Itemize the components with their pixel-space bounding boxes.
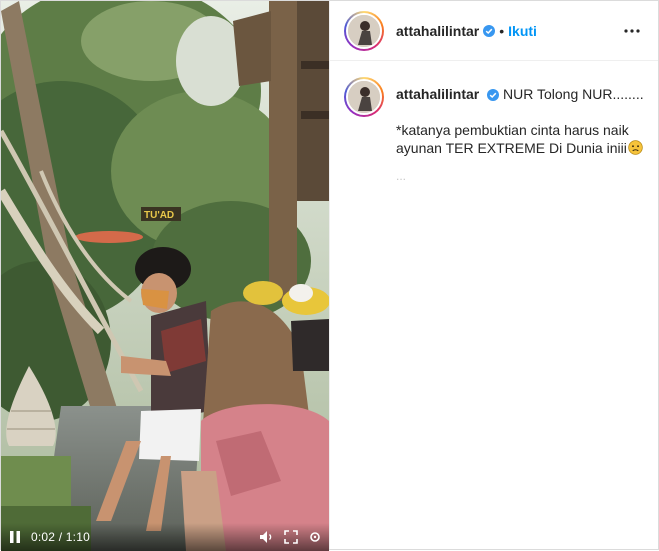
time-total: 1:10 — [65, 530, 90, 544]
video-time: 0:02 / 1:10 — [31, 530, 90, 544]
post-header: attahalilintar • Ikuti — [330, 1, 658, 61]
worried-face-icon — [628, 140, 643, 155]
caption-line-1: NUR Tolong NUR........ — [503, 86, 644, 102]
more-options-icon[interactable] — [620, 19, 644, 43]
caption: attahalilintar NUR Tolong NUR........ *k… — [344, 77, 644, 185]
verified-badge-icon — [483, 24, 496, 37]
post-video[interactable]: TU'AD 0:02 / 1:10 — [1, 1, 329, 551]
time-current: 0:02 — [31, 530, 56, 544]
volume-icon[interactable] — [259, 529, 275, 545]
follow-separator: • — [499, 22, 505, 39]
header-username[interactable]: attahalilintar — [396, 23, 479, 39]
comments-section: attahalilintar NUR Tolong NUR........ *k… — [330, 61, 658, 201]
caption-avatar[interactable] — [344, 77, 384, 117]
fullscreen-icon[interactable] — [283, 529, 299, 545]
caption-username[interactable]: attahalilintar — [396, 86, 479, 102]
comments-loading: ... — [396, 169, 407, 183]
avatar[interactable] — [344, 10, 384, 51]
settings-icon[interactable] — [307, 529, 323, 545]
time-separator: / — [58, 530, 63, 544]
cafe-sign: TU'AD — [144, 210, 174, 221]
caption-line-2: *katanya pembuktian cinta harus naik ayu… — [396, 122, 629, 156]
video-controls: 0:02 / 1:10 — [1, 523, 329, 551]
pause-icon[interactable] — [7, 529, 23, 545]
instagram-post: TU'AD 0:02 / 1:10 attahalilintar • Ikuti… — [0, 0, 659, 551]
verified-badge-icon — [487, 89, 500, 102]
follow-button[interactable]: Ikuti — [508, 23, 537, 39]
post-sidebar: attahalilintar • Ikuti attahalilintar NU… — [329, 1, 658, 549]
video-frame: TU'AD — [1, 1, 329, 551]
